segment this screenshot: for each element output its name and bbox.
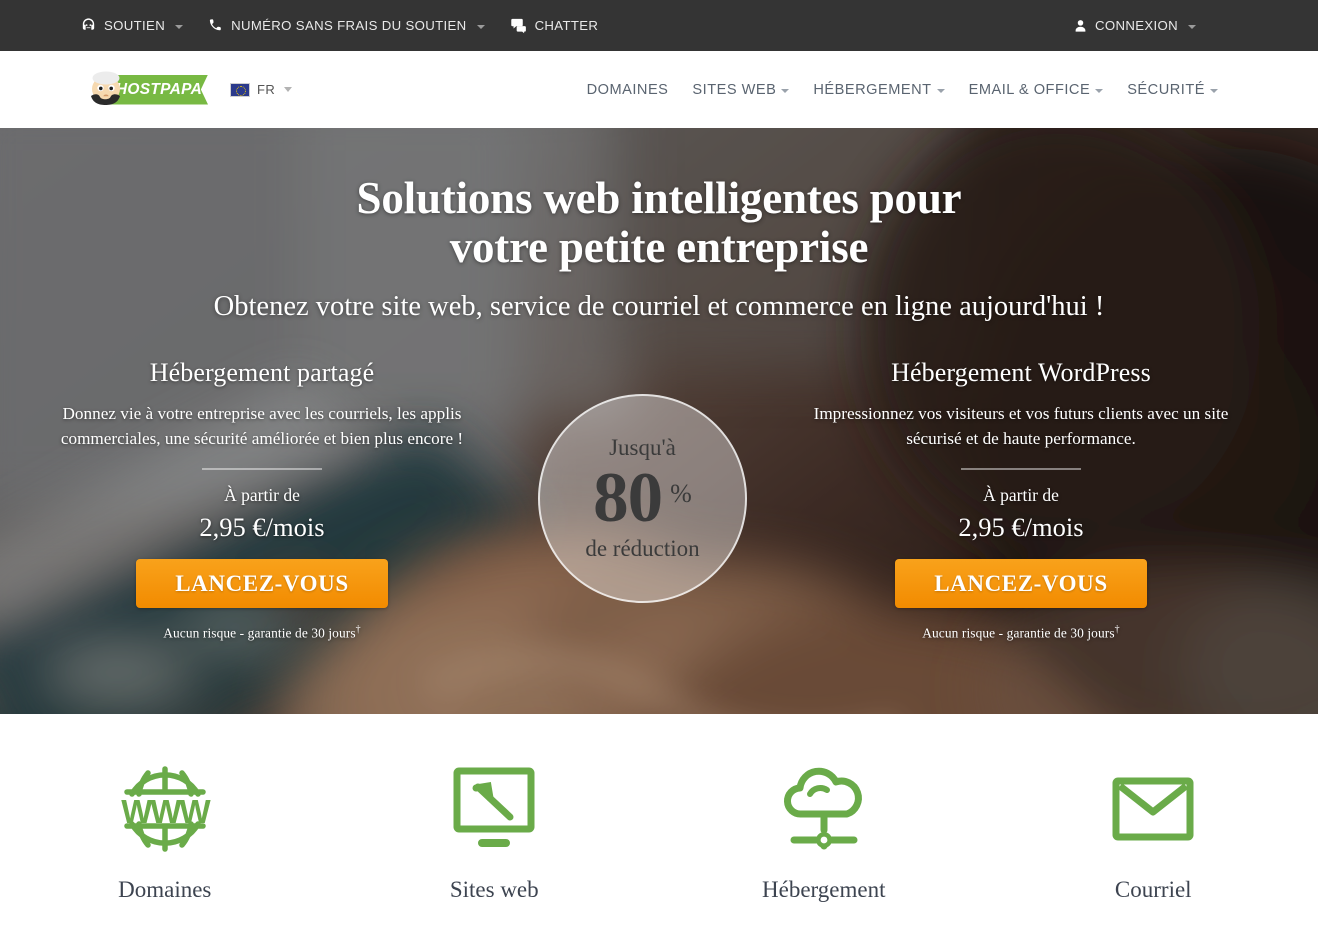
svg-text:WWW: WWW [121,793,211,830]
hero-title-line-1: Solutions web intelligentes pour [356,173,962,223]
guarantee-text: Aucun risque - garantie de 30 jours [922,625,1115,641]
hero-content: Solutions web intelligentes pour votre p… [0,128,1318,714]
hero-subtitle: Obtenez votre site web, service de courr… [213,291,1105,322]
chevron-down-icon [1210,89,1218,93]
hero-banner: Solutions web intelligentes pour votre p… [0,128,1318,714]
get-started-button-shared[interactable]: LANCEZ-VOUS [136,559,388,608]
feature-sites-web[interactable]: Sites web [330,760,660,903]
offer-from-label: À partir de [983,485,1059,505]
offer-price: 2,95 €/mois [958,512,1084,542]
discount-badge-bottom: de réduction [585,535,700,561]
offer-card-shared-hosting: Hébergement partagé Donnez vie à votre e… [47,358,477,641]
nav-item-securite[interactable]: SÉCURITÉ [1127,82,1218,98]
nav-item-sites-web[interactable]: SITES WEB [692,81,790,98]
chevron-down-icon [284,87,293,92]
brand-zone: HOSTPAPA FR [80,69,293,111]
nav-item-label: SITES WEB [692,81,777,98]
offer-price: 2,95 €/mois [199,512,325,542]
offer-title: Hébergement partagé [149,358,375,387]
topbar-item-support[interactable]: SOUTIEN [80,17,184,34]
nav-item-hebergement[interactable]: HÉBERGEMENT [813,81,945,98]
offer-guarantee: Aucun risque - garantie de 30 jours† [47,624,477,641]
eu-flag-icon [230,82,250,97]
hostpapa-logo[interactable]: HOSTPAPA [80,69,208,111]
feature-label: Domaines [118,877,212,902]
chevron-down-icon [1095,89,1104,93]
nav-item-label: HÉBERGEMENT [813,81,932,98]
nav-item-label: DOMAINES [586,81,669,98]
guarantee-text: Aucun risque - garantie de 30 jours [163,625,356,641]
user-icon [1073,18,1088,34]
top-utility-links: SOUTIEN NUMÉRO SANS FRAIS DU SOUTIEN CHA… [80,17,598,34]
topbar-item-label: SOUTIEN [104,18,166,34]
nav-item-label: SÉCURITÉ [1127,81,1205,98]
offer-description: Impressionnez vos visiteurs et vos futur… [813,404,1229,448]
login-label: CONNEXION [1094,18,1178,34]
chevron-down-icon [175,24,184,29]
support-agent-icon [80,17,97,34]
feature-shortcuts: WWW Domaines Sites web Hébergement Courr… [0,714,1318,942]
discount-badge: Jusqu'à 80 % de réduction [538,394,747,603]
main-navigation: DOMAINES SITES WEB HÉBERGEMENT EMAIL & O… [587,51,1218,128]
topbar-item-tollfree-number[interactable]: NUMÉRO SANS FRAIS DU SOUTIEN [209,18,485,34]
discount-badge-value: 80 % [593,458,692,537]
feature-label: Sites web [449,877,539,902]
offer-from-label: À partir de [224,485,300,505]
nav-item-domaines[interactable]: DOMAINES [587,82,669,98]
envelope-icon [1108,760,1198,858]
chevron-down-icon [1188,24,1196,29]
feature-label: Courriel [1114,877,1192,902]
www-globe-icon: WWW [110,760,220,858]
topbar-item-label: CHATTER [534,18,599,34]
cloud-network-icon [776,760,872,858]
divider [202,468,322,470]
language-label: FR [257,82,276,97]
feature-courriel[interactable]: Courriel [989,760,1318,903]
discount-number: 80 [593,458,663,537]
feature-hebergement[interactable]: Hébergement [659,760,989,903]
discount-badge-top: Jusqu'à [609,434,676,460]
offer-title: Hébergement WordPress [891,358,1151,387]
chevron-down-icon [781,89,790,93]
hostpapa-papa-face-icon [91,71,120,105]
hero-offer-cards: Hébergement partagé Donnez vie à votre e… [0,358,1318,658]
offer-guarantee: Aucun risque - garantie de 30 jours† [806,624,1236,641]
feature-label: Hébergement [762,877,886,902]
monitor-hammer-icon [449,760,539,858]
topbar-account-area: CONNEXION [1073,0,1196,51]
topbar-item-chat[interactable]: CHATTER [510,18,599,34]
phone-icon [209,18,224,33]
topbar-item-label: NUMÉRO SANS FRAIS DU SOUTIEN [231,18,467,34]
site-header: HOSTPAPA FR DOMAINES SITES WEB HÉBERGEME… [0,51,1318,128]
nav-item-email-office[interactable]: EMAIL & OFFICE [969,82,1104,98]
divider [961,468,1081,470]
hero-title-line-2: votre petite entreprise [449,222,869,272]
chevron-down-icon [476,24,485,29]
language-selector[interactable]: FR [230,82,293,97]
chat-bubbles-icon [510,18,528,34]
offer-description: Donnez vie à votre entreprise avec les c… [60,404,464,448]
login-menu[interactable]: CONNEXION [1073,18,1196,34]
guarantee-marker: † [1114,624,1120,635]
guarantee-marker: † [355,624,361,635]
get-started-button-wordpress[interactable]: LANCEZ-VOUS [895,559,1147,608]
hero-title: Solutions web intelligentes pour votre p… [0,128,1318,272]
feature-domaines[interactable]: WWW Domaines [0,760,330,903]
nav-item-label: EMAIL & OFFICE [968,81,1091,98]
chevron-down-icon [936,89,945,93]
percent-symbol: % [670,478,692,508]
top-utility-bar: SOUTIEN NUMÉRO SANS FRAIS DU SOUTIEN CHA… [0,0,1318,51]
offer-card-wordpress-hosting: Hébergement WordPress Impressionnez vos … [806,358,1236,641]
